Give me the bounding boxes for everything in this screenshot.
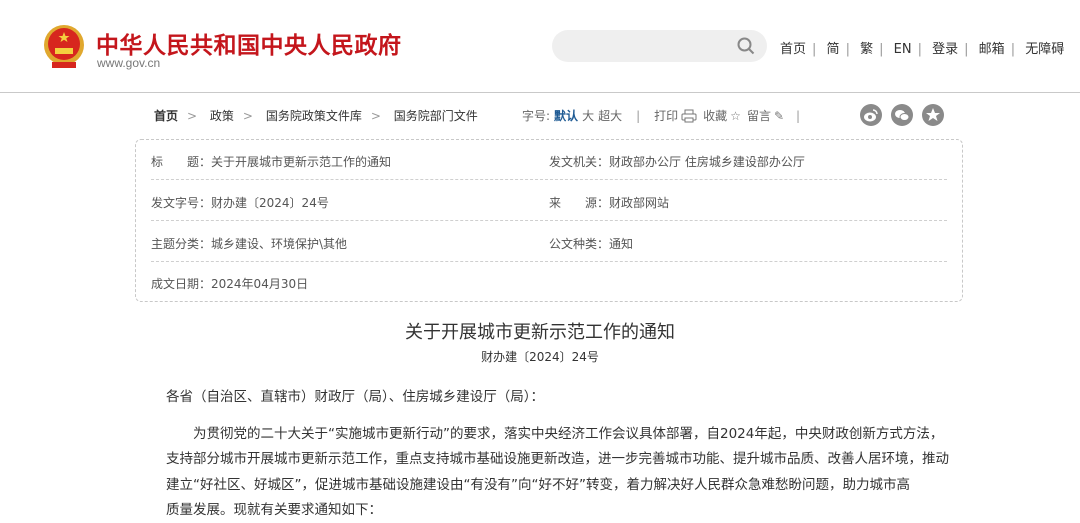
- separator: |: [636, 108, 641, 123]
- chevron-right-icon: >: [242, 109, 253, 123]
- breadcrumb-department-docs[interactable]: 国务院部门文件: [394, 109, 478, 123]
- info-row: 标 题：关于开展城市更新示范工作的通知 发文机关：财政部办公厅 住房城乡建设部办…: [151, 140, 947, 180]
- label: 公文种类：: [549, 237, 610, 251]
- font-default-button[interactable]: 默认: [554, 107, 578, 124]
- source-field: 来 源：财政部网站: [549, 194, 669, 211]
- nav-english[interactable]: EN: [894, 42, 912, 57]
- title-field: 标 题：关于开展城市更新示范工作的通知: [151, 153, 391, 170]
- comment-button[interactable]: 留言: [747, 107, 771, 124]
- printer-icon[interactable]: [681, 109, 697, 123]
- label: 标 题：: [151, 155, 212, 169]
- label: 成文日期：: [151, 277, 212, 291]
- nav-login[interactable]: 登录: [932, 42, 958, 57]
- search-input[interactable]: [552, 30, 767, 62]
- chevron-right-icon: >: [187, 109, 198, 123]
- paragraph-line: 质量发展。现就有关要求通知如下：: [166, 501, 382, 518]
- value: 财政部办公厅 住房城乡建设部办公厅: [609, 155, 805, 169]
- wechat-share-button[interactable]: [891, 104, 913, 126]
- label: 发文字号：: [151, 196, 212, 210]
- font-large-button[interactable]: 大: [582, 107, 594, 124]
- nav-accessibility[interactable]: 无障碍: [1025, 42, 1064, 57]
- info-row: 成文日期：2024年04月30日: [151, 262, 947, 302]
- search-icon[interactable]: [737, 37, 755, 55]
- breadcrumb-policy-library[interactable]: 国务院政策文件库: [266, 109, 362, 123]
- info-row: 主题分类：城乡建设、环境保护\其他 公文种类：通知: [151, 222, 947, 262]
- star-icon[interactable]: ☆: [730, 109, 741, 123]
- value: 通知: [609, 237, 634, 251]
- nav-mail[interactable]: 邮箱: [979, 42, 1005, 57]
- separator: |: [879, 42, 884, 57]
- weibo-share-button[interactable]: [860, 104, 882, 126]
- nav-home[interactable]: 首页: [780, 42, 806, 57]
- separator: |: [964, 42, 969, 57]
- chevron-right-icon: >: [370, 109, 381, 123]
- info-row: 发文字号：财办建〔2024〕24号 来 源：财政部网站: [151, 181, 947, 221]
- type-field: 公文种类：通知: [549, 235, 633, 252]
- article-salutation: 各省（自治区、直辖市）财政厅（局）、住房城乡建设厅（局）：: [166, 389, 544, 405]
- site-header: 中华人民共和国中央人民政府 www.gov.cn 首页 | 简 | 繁 | EN | 登…: [0, 0, 1080, 93]
- issuer-field: 发文机关：财政部办公厅 住房城乡建设部办公厅: [549, 153, 805, 170]
- wechat-icon: [895, 110, 910, 121]
- document-info-box: 标 题：关于开展城市更新示范工作的通知 发文机关：财政部办公厅 住房城乡建设部办…: [135, 139, 963, 302]
- separator: |: [1010, 42, 1016, 57]
- date-field: 成文日期：2024年04月30日: [151, 275, 308, 292]
- label: 发文机关：: [549, 155, 610, 169]
- topic-field: 主题分类：城乡建设、环境保护\其他: [151, 235, 347, 252]
- favorite-share-button[interactable]: [922, 104, 944, 126]
- article-paragraph: 为贯彻党的二十大关于“实施城市更新行动”的要求，落实中央经济工作会议具体部署，自…: [166, 422, 949, 523]
- weibo-icon: [864, 109, 878, 122]
- label: 来 源：: [549, 196, 610, 210]
- top-nav: 首页 | 简 | 繁 | EN | 登录 | 邮箱 | 无障碍: [780, 38, 1064, 57]
- value: 城乡建设、环境保护\其他: [211, 237, 348, 251]
- separator: |: [812, 42, 817, 57]
- star-icon: [926, 108, 940, 121]
- national-emblem-icon: [44, 25, 84, 68]
- value: 关于开展城市更新示范工作的通知: [211, 155, 392, 169]
- value: 财办建〔2024〕24号: [211, 196, 329, 210]
- separator: |: [845, 42, 850, 57]
- pencil-icon[interactable]: ✎: [774, 109, 784, 123]
- font-xlarge-button[interactable]: 超大: [598, 107, 622, 124]
- separator: |: [796, 108, 801, 123]
- font-size-label: 字号:: [522, 109, 551, 123]
- article-toolbar: 字号: 默认 大 超大 | 打印 收藏 ☆ 留言 ✎ |: [522, 107, 814, 124]
- site-url[interactable]: www.gov.cn: [97, 56, 160, 70]
- breadcrumb: 首页 > 政策 > 国务院政策文件库 > 国务院部门文件: [154, 107, 478, 124]
- favorite-button[interactable]: 收藏: [703, 107, 727, 124]
- paragraph-line: 为贯彻党的二十大关于“实施城市更新行动”的要求，落实中央经济工作会议具体部署，自…: [193, 426, 944, 442]
- paragraph-line: 建立“好社区、好城区”，促进城市基础设施建设由“有没有”向“好不好”转变，着力解…: [166, 476, 910, 493]
- value: 财政部网站: [609, 196, 670, 210]
- value: 2024年04月30日: [211, 277, 309, 291]
- print-button[interactable]: 打印: [654, 107, 678, 124]
- paragraph-line: 支持部分城市开展城市更新示范工作，重点支持城市基础设施更新改造，进一步完善城市功…: [166, 451, 949, 468]
- breadcrumb-home[interactable]: 首页: [154, 109, 178, 123]
- article-number: 财办建〔2024〕24号: [481, 350, 599, 364]
- breadcrumb-policy[interactable]: 政策: [210, 109, 234, 123]
- docno-field: 发文字号：财办建〔2024〕24号: [151, 194, 329, 211]
- site-title[interactable]: 中华人民共和国中央人民政府: [96, 26, 402, 60]
- label: 主题分类：: [151, 237, 212, 251]
- nav-simplified[interactable]: 简: [827, 42, 840, 57]
- separator: |: [917, 42, 922, 57]
- nav-traditional[interactable]: 繁: [860, 42, 873, 57]
- article-title: 关于开展城市更新示范工作的通知: [405, 322, 675, 343]
